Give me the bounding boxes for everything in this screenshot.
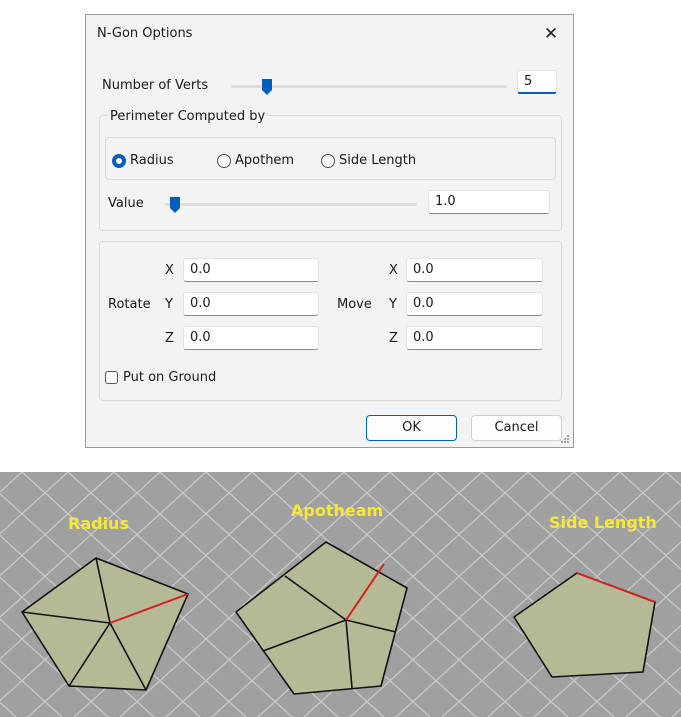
rotate-x-axis-label: X [165,263,174,278]
rotate-z-axis-label: Z [165,331,174,346]
slider-thumb[interactable] [261,78,273,96]
move-z-axis-label: Z [389,331,398,346]
cancel-button[interactable]: Cancel [471,415,562,441]
grid-line [671,707,681,717]
radio-radius[interactable]: Radius [112,153,174,168]
grid-line [0,701,17,717]
radio-circle [217,153,231,168]
apothem-viewport-label: Apotheam [291,501,383,520]
num-verts-label: Number of Verts [102,78,209,93]
radio-side-length[interactable]: Side Length [321,153,416,168]
move-label: Move [337,297,372,312]
radio-side-length-label: Side Length [339,153,417,168]
rotate-y-input[interactable]: 0.0 [183,292,319,316]
rotate-y-axis-label: Y [165,297,173,312]
side-length-pentagon [513,572,656,678]
move-y-axis-label: Y [389,297,397,312]
ngon-options-dialog: N-Gon Options ✕ Number of Verts 5 Perime… [85,14,574,448]
move-y-input[interactable]: 0.0 [406,292,543,316]
num-verts-input[interactable]: 5 [517,70,557,94]
perimeter-group-title: Perimeter Computed by [108,109,268,124]
dialog-title: N-Gon Options [97,26,193,41]
value-slider[interactable] [165,196,417,214]
close-icon[interactable]: ✕ [529,15,573,53]
rotate-label: Rotate [108,297,151,312]
3d-viewport[interactable]: Radius Apotheam Side Length [0,472,681,717]
radio-apothem-label: Apothem [235,153,295,168]
slider-track [165,203,417,206]
slider-thumb[interactable] [169,196,181,214]
value-input[interactable]: 1.0 [428,190,550,214]
radio-radius-label: Radius [130,153,174,168]
rotate-z-input[interactable]: 0.0 [183,326,319,350]
radius-viewport-label: Radius [68,514,129,533]
move-x-input[interactable]: 0.0 [406,258,543,282]
move-x-axis-label: X [389,263,398,278]
rotate-x-input[interactable]: 0.0 [183,258,319,282]
radio-circle [112,153,126,168]
resize-grip-icon[interactable] [560,434,570,444]
viewport-scene: Radius Apotheam Side Length [0,472,681,717]
ok-button[interactable]: OK [366,415,457,441]
move-z-input[interactable]: 0.0 [406,326,543,350]
side-length-viewport-label: Side Length [549,513,657,532]
put-on-ground-checkbox[interactable]: Put on Ground [105,370,216,385]
value-label: Value [108,196,144,211]
radio-circle [321,153,335,168]
num-verts-slider[interactable] [231,78,507,96]
checkbox-box [105,371,118,384]
put-on-ground-label: Put on Ground [123,370,217,385]
title-bar[interactable]: N-Gon Options ✕ [86,15,573,53]
radio-apothem[interactable]: Apothem [217,153,294,168]
